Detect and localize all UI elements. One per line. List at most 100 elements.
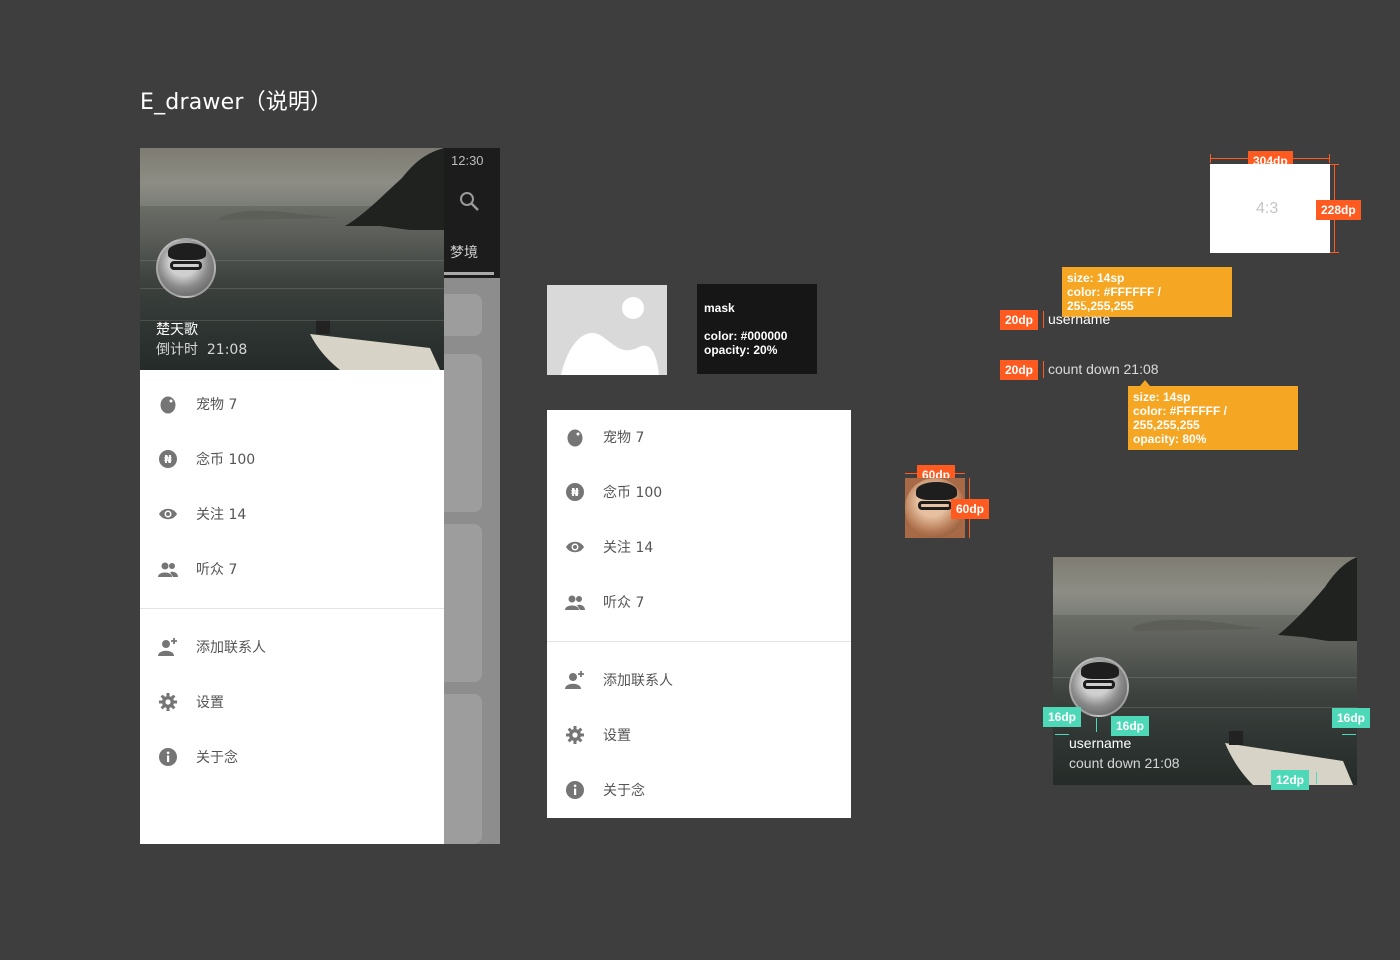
username-indent-tag: 20dp <box>1000 310 1039 330</box>
spec-countdown: count down 21:08 <box>1048 361 1159 377</box>
egg-icon <box>160 396 176 414</box>
coin-icon: ₦ <box>159 450 177 468</box>
svg-text:₦: ₦ <box>571 486 579 499</box>
header-ratio-box: 4:3 <box>1210 164 1330 253</box>
add-person-icon <box>158 638 177 656</box>
menu-item-label: 宠物 7 <box>603 430 645 446</box>
people-icon <box>565 595 585 610</box>
info-icon <box>566 781 584 799</box>
note-pointer <box>1082 302 1092 308</box>
bottom-padding-tag: 12dp <box>1271 770 1310 790</box>
menu-item-label: 关注 14 <box>603 540 654 556</box>
drawer-header-photo: 楚天歌 倒计时 21:08 <box>140 148 444 370</box>
page-title: E_drawer（说明） <box>140 90 333 115</box>
drawer-countdown: 倒计时 21:08 <box>156 342 248 358</box>
menu-item-coins[interactable]: ₦ 念币 100 <box>140 432 444 487</box>
menu-item-label: 宠物 7 <box>196 397 238 413</box>
menu-item-pets[interactable]: 宠物 7 <box>547 410 851 465</box>
spacing-line <box>1342 734 1356 735</box>
dimension-line <box>1043 361 1044 378</box>
mask-title: mask <box>704 301 735 315</box>
menu-item-label: 听众 7 <box>196 562 238 578</box>
mask-color: color: #000000 <box>704 329 788 343</box>
menu-item-settings[interactable]: 设置 <box>547 708 851 763</box>
boat <box>310 320 440 370</box>
avatar[interactable] <box>156 238 216 298</box>
preview-countdown: count down 21:08 <box>1069 755 1180 771</box>
search-icon[interactable] <box>458 190 480 212</box>
add-person-icon <box>565 671 584 689</box>
avatar-height-tag: 60dp <box>951 499 990 519</box>
menu-divider <box>547 641 851 642</box>
menu-item-about[interactable]: 关于念 <box>140 730 444 785</box>
menu-item-listeners[interactable]: 听众 7 <box>140 542 444 597</box>
menu-item-following[interactable]: 关注 14 <box>547 520 851 575</box>
image-placeholder <box>547 285 667 375</box>
tab-dream[interactable]: 梦境 <box>450 242 478 262</box>
note-line: color: #FFFFFF / 255,255,255 <box>1067 285 1161 313</box>
menu-item-label: 关于念 <box>603 783 645 799</box>
menu-item-pets[interactable]: 宠物 7 <box>140 377 444 432</box>
avatar-gap-tag: 16dp <box>1111 716 1150 736</box>
menu-item-label: 添加联系人 <box>196 640 266 656</box>
spacing-line <box>1316 772 1317 784</box>
menu-item-label: 设置 <box>603 728 631 744</box>
dimension-line <box>1330 164 1339 165</box>
menu-item-label: 念币 100 <box>603 485 663 501</box>
eye-icon <box>566 541 584 553</box>
gear-icon <box>159 693 177 711</box>
menu-item-label: 关注 14 <box>196 507 247 523</box>
preview-username: username <box>1069 735 1132 751</box>
spacing-line <box>1055 734 1069 735</box>
header-preview: username count down 21:08 <box>1053 557 1357 785</box>
username-style-note: size: 14sp color: #FFFFFF / 255,255,255 <box>1062 267 1232 317</box>
menu-item-label: 添加联系人 <box>603 673 673 689</box>
dimension-line <box>1329 154 1330 163</box>
countdown-indent-tag: 20dp <box>1000 360 1039 380</box>
image-icon <box>561 297 659 375</box>
people-icon <box>158 562 178 577</box>
drawer-menu: 宠物 7 ₦ 念币 100 关注 14 听众 7 添加联系人 设置 关于念 <box>140 370 444 844</box>
egg-icon <box>567 429 583 447</box>
eye-icon <box>159 508 177 520</box>
spec-username: username <box>1048 311 1111 327</box>
gear-icon <box>566 726 584 744</box>
info-icon <box>159 748 177 766</box>
menu-item-following[interactable]: 关注 14 <box>140 487 444 542</box>
note-line: size: 14sp <box>1067 271 1125 285</box>
app-toolbar: 12:30 梦境 <box>440 148 500 278</box>
drawer-username: 楚天歌 <box>156 322 198 338</box>
height-tag: 228dp <box>1316 200 1361 220</box>
svg-text:₦: ₦ <box>164 453 172 466</box>
navigation-drawer: 楚天歌 倒计时 21:08 宠物 7 ₦ 念币 100 关注 14 听众 7 添… <box>140 148 444 844</box>
menu-item-label: 设置 <box>196 695 224 711</box>
menu-list-sample: 宠物 7 ₦ 念币 100 关注 14 听众 7 添加联系人 设置 关于念 <box>547 410 851 818</box>
note-line: size: 14sp <box>1133 390 1191 404</box>
dimension-line <box>1330 252 1339 253</box>
mask-sample: mask color: #000000 opacity: 20% <box>697 284 817 374</box>
menu-item-settings[interactable]: 设置 <box>140 675 444 730</box>
menu-item-label: 念币 100 <box>196 452 256 468</box>
left-padding-tag: 16dp <box>1043 707 1082 727</box>
right-padding-tag: 16dp <box>1332 708 1371 728</box>
status-time: 12:30 <box>451 153 484 168</box>
menu-item-label: 听众 7 <box>603 595 645 611</box>
dimension-line <box>1210 154 1211 163</box>
coin-icon: ₦ <box>566 483 584 501</box>
countdown-style-note: size: 14sp color: #FFFFFF / 255,255,255 … <box>1128 386 1298 450</box>
mask-opacity: opacity: 20% <box>704 343 778 357</box>
menu-item-coins[interactable]: ₦ 念币 100 <box>547 465 851 520</box>
ratio-label: 4:3 <box>1256 200 1279 217</box>
spacing-line <box>1096 718 1097 732</box>
menu-item-add-contact[interactable]: 添加联系人 <box>140 620 444 675</box>
dimension-line <box>1043 311 1044 328</box>
menu-item-label: 关于念 <box>196 750 238 766</box>
note-line: color: #FFFFFF / 255,255,255 <box>1133 404 1227 432</box>
menu-divider <box>140 608 444 609</box>
menu-item-about[interactable]: 关于念 <box>547 763 851 818</box>
note-line: opacity: 80% <box>1133 432 1207 446</box>
app-behind-drawer: 12:30 梦境 <box>430 148 500 844</box>
menu-item-add-contact[interactable]: 添加联系人 <box>547 653 851 708</box>
menu-item-listeners[interactable]: 听众 7 <box>547 575 851 630</box>
tab-indicator <box>444 272 494 275</box>
